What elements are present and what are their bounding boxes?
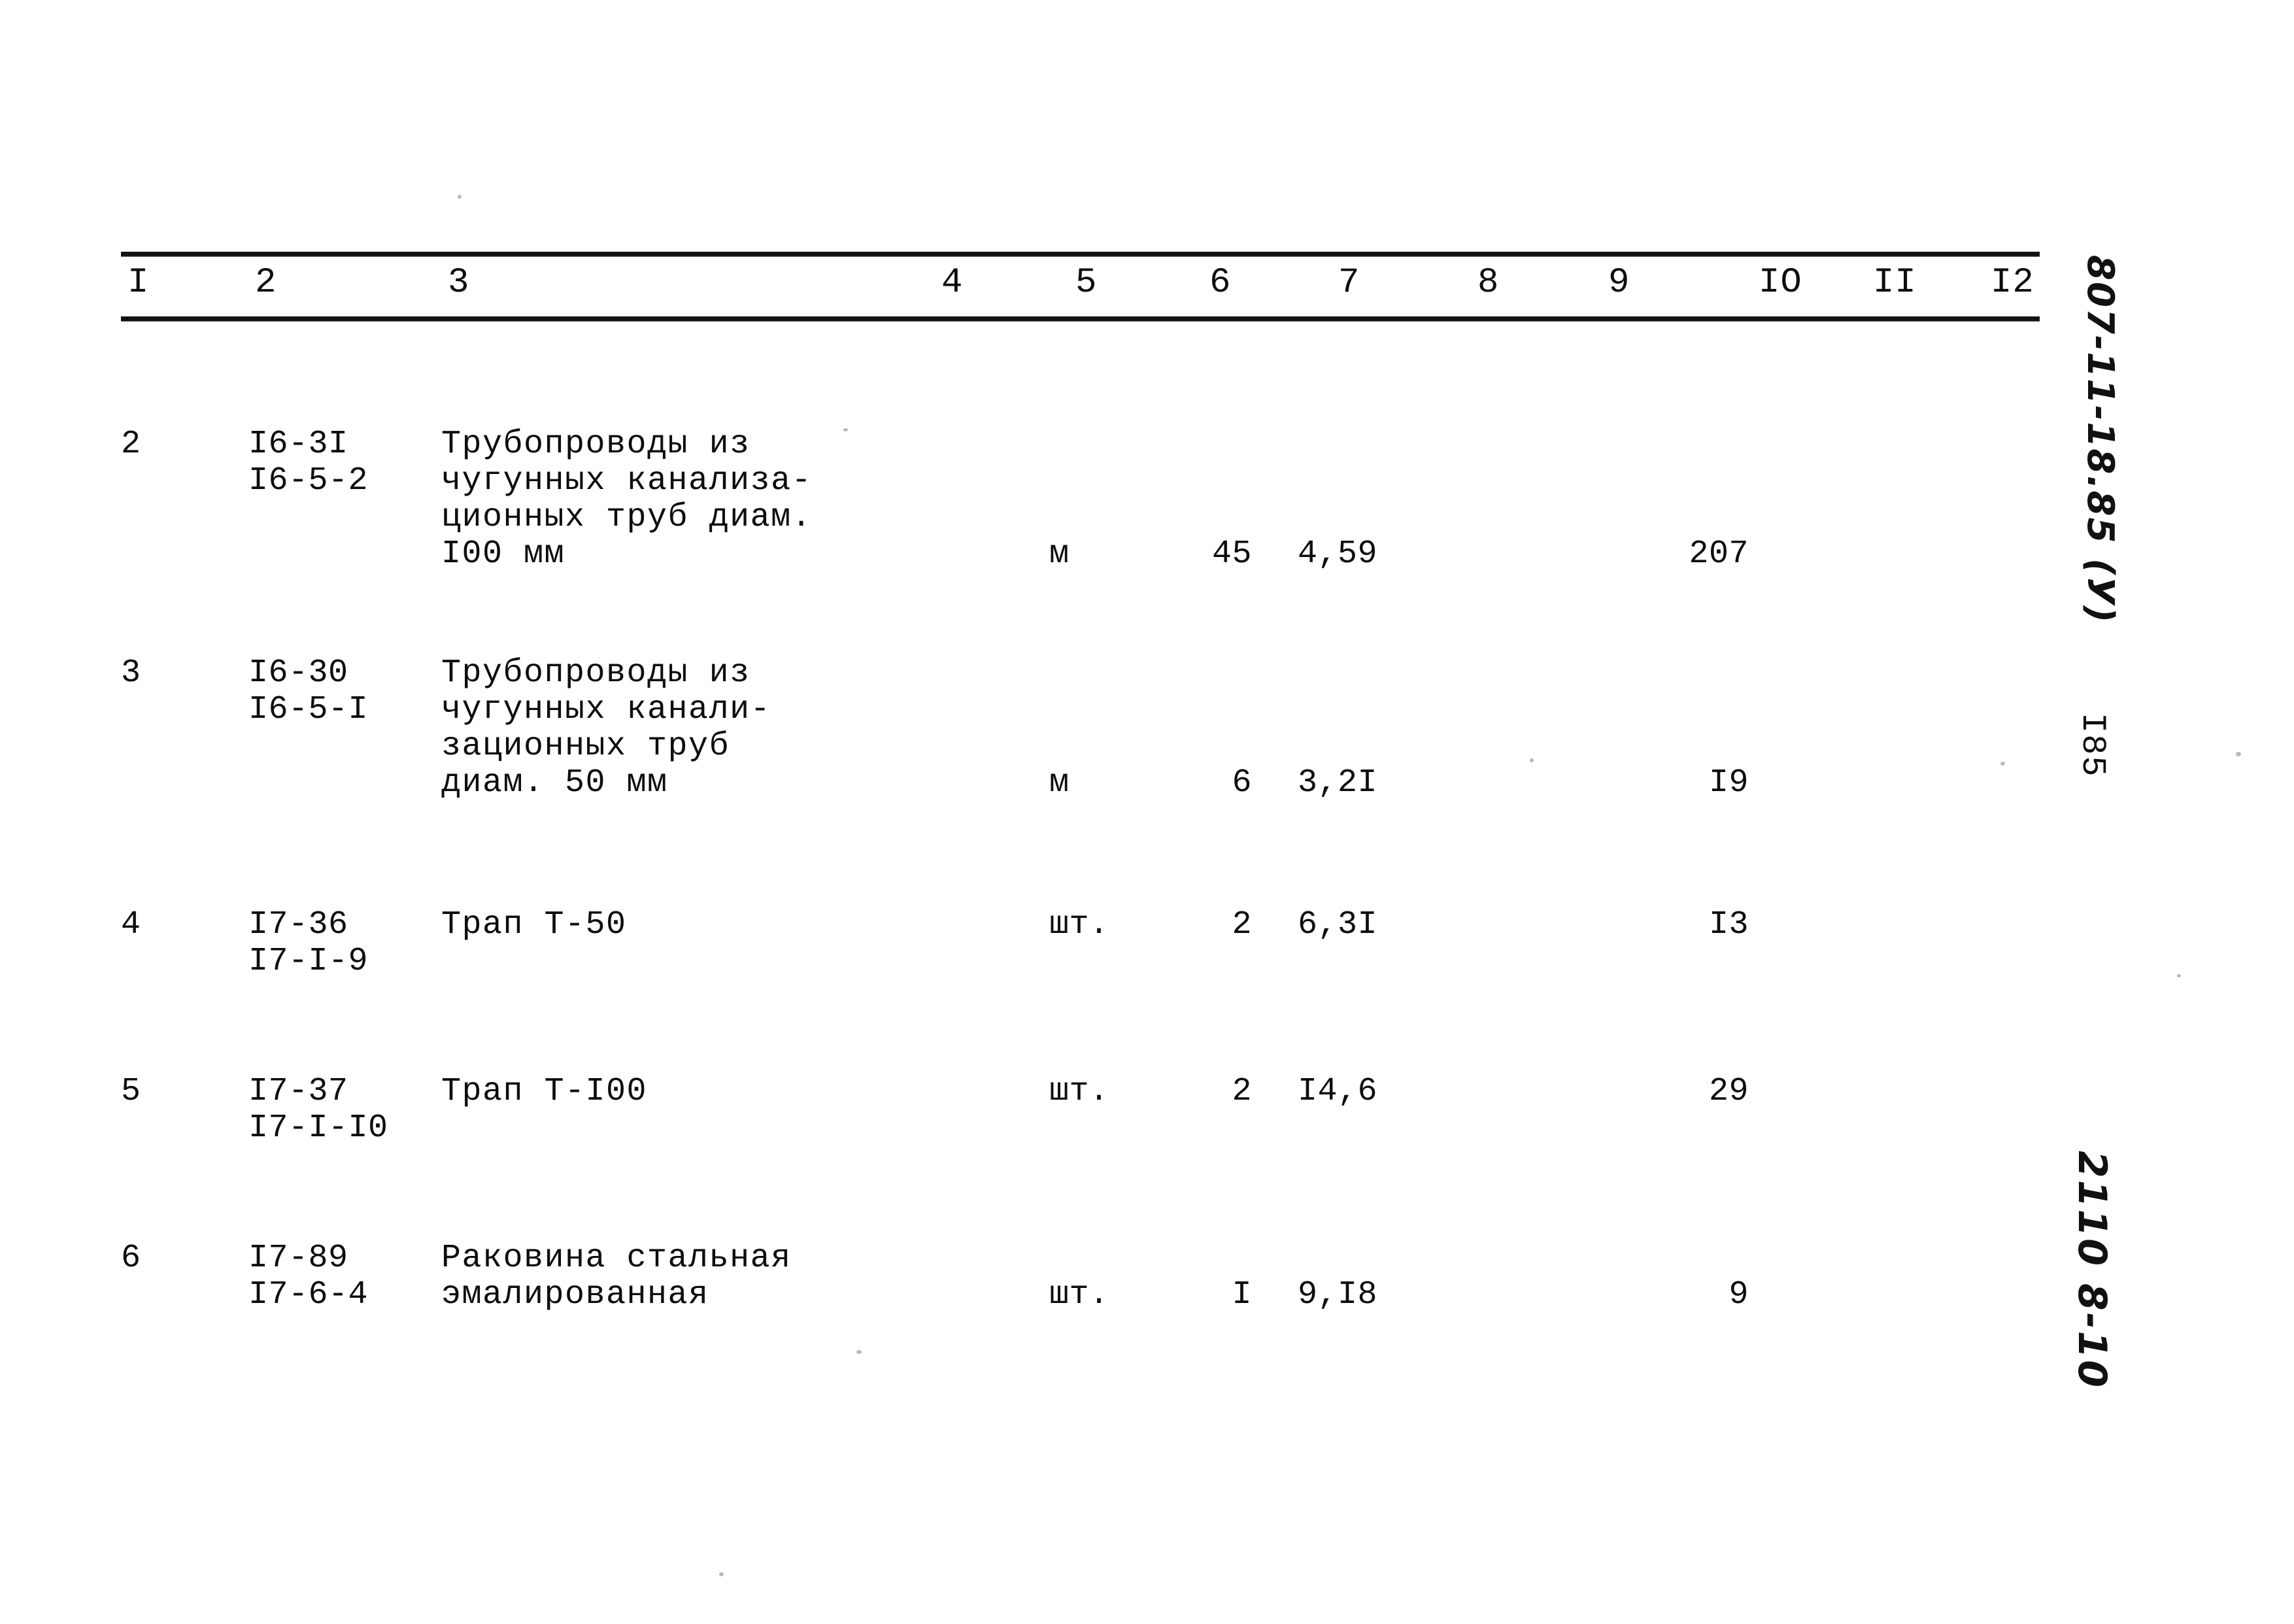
column-header-8: 8: [1477, 263, 1500, 303]
row-description-line-1: Трубопроводы из: [441, 426, 751, 463]
scan-speck: [2236, 752, 2241, 756]
row-total: 29: [1708, 1073, 1749, 1110]
scan-speck: [2177, 974, 2181, 977]
table-top-rule: [121, 252, 2040, 256]
row-unit: м: [1049, 535, 1070, 573]
table-header-rule: [121, 316, 2040, 321]
row-unit-price: 9,I8: [1298, 1276, 1378, 1313]
column-header-4: 4: [941, 263, 964, 303]
column-header-3: 3: [448, 263, 470, 303]
row-code-line-2: I7-6-4: [248, 1276, 369, 1313]
row-description-line-1: Трубопроводы из: [441, 654, 751, 692]
row-unit: м: [1049, 764, 1070, 802]
archive-mark-annotation: 2110 8-10: [2069, 1151, 2115, 1390]
row-number: 4: [121, 906, 141, 943]
row-quantity: I: [1232, 1276, 1252, 1313]
row-description-line-1: Трап Т-I00: [441, 1073, 648, 1110]
column-header-6: 6: [1209, 263, 1232, 303]
column-header-10: IO: [1759, 263, 1802, 303]
row-quantity: 6: [1232, 764, 1252, 802]
row-code-line-1: I7-89: [248, 1240, 348, 1277]
row-unit: шт.: [1049, 1073, 1109, 1110]
row-total: 207: [1689, 535, 1749, 573]
row-code-line-2: I6-5-I: [248, 691, 369, 728]
row-total: I3: [1708, 906, 1749, 943]
row-number: 3: [121, 654, 141, 692]
row-quantity: 2: [1232, 906, 1252, 943]
row-description-line-4: диам. 50 мм: [441, 764, 668, 802]
row-code-line-2: I6-5-2: [248, 462, 369, 499]
row-code-line-2: I7-I-9: [248, 943, 369, 980]
row-code-line-1: I6-30: [248, 654, 348, 692]
column-header-2: 2: [255, 263, 277, 303]
row-description-line-3: ционных труб диам.: [441, 499, 813, 536]
row-description-line-1: Трап Т-50: [441, 906, 627, 943]
column-header-7: 7: [1338, 263, 1360, 303]
row-unit-price: 3,2I: [1298, 764, 1378, 802]
column-header-9: 9: [1608, 263, 1630, 303]
row-number: 2: [121, 426, 141, 463]
column-number-row: I 2 3 4 5 6 7 8 9 IO II I2: [121, 256, 2040, 316]
row-unit-price: 6,3I: [1298, 906, 1378, 943]
row-total: I9: [1708, 764, 1749, 802]
row-description-line-3: зационных труб: [441, 728, 730, 765]
row-number: 6: [121, 1240, 141, 1277]
row-description-line-2: чугунных канали-: [441, 691, 771, 728]
scan-speck: [458, 195, 462, 199]
column-header-5: 5: [1075, 263, 1098, 303]
document-code-annotation: 807-11-18.85 (У): [2079, 255, 2121, 624]
row-unit: шт.: [1049, 906, 1109, 943]
row-code-line-1: I7-36: [248, 906, 348, 943]
row-quantity: 2: [1232, 1073, 1252, 1110]
row-code-line-1: I6-3I: [248, 426, 348, 463]
row-unit: шт.: [1049, 1276, 1109, 1313]
row-description-line-2: эмалированная: [441, 1276, 709, 1313]
row-quantity: 45: [1211, 535, 1252, 573]
row-total: 9: [1729, 1276, 1749, 1313]
column-header-12: I2: [1991, 263, 2034, 303]
row-description-line-1: Раковина стальная: [441, 1240, 792, 1277]
scan-speck: [719, 1572, 724, 1576]
page-number: I85: [2073, 713, 2112, 778]
column-header-11: II: [1873, 263, 1917, 303]
row-unit-price: I4,6: [1298, 1073, 1378, 1110]
column-header-1: I: [127, 263, 150, 303]
row-description-line-4: I00 мм: [441, 535, 565, 573]
row-description-line-2: чугунных канализа-: [441, 462, 813, 499]
row-unit-price: 4,59: [1298, 535, 1378, 573]
row-code-line-1: I7-37: [248, 1073, 348, 1110]
scanned-page: I 2 3 4 5 6 7 8 9 IO II I2 2 I6-3I I6-5-…: [0, 0, 2294, 1624]
table-body: 2 I6-3I I6-5-2 Трубопроводы из чугунных …: [121, 367, 2040, 1387]
estimate-table: I 2 3 4 5 6 7 8 9 IO II I2 2 I6-3I I6-5-…: [121, 252, 2040, 1387]
row-code-line-2: I7-I-I0: [248, 1109, 388, 1147]
row-number: 5: [121, 1073, 141, 1110]
